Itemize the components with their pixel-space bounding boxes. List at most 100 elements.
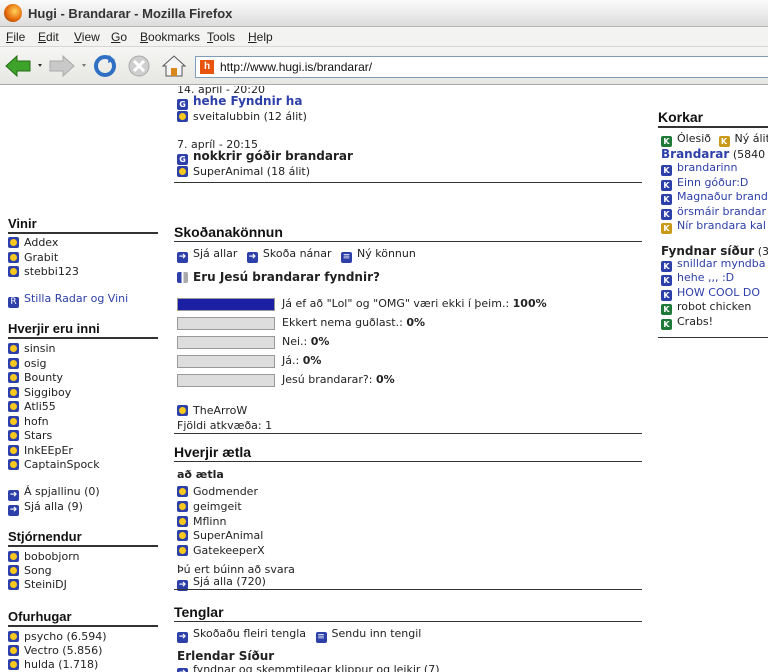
poll-option-label: Jesú brandarar?: 0% [282,373,395,386]
user-icon [8,387,19,398]
attending-user[interactable]: geimgeit [177,500,242,513]
links-heading: Tenglar [174,604,224,620]
new-poll-icon: ≡ [341,252,353,263]
online-user[interactable]: osig [8,357,47,370]
heroes-heading: Ofurhugar [8,609,72,624]
unread-icon: K [661,136,672,147]
window-titlebar: Hugi - Brandarar - Mozilla Firefox [0,0,768,27]
moderator-item[interactable]: Song [8,564,52,577]
new-poll-link[interactable]: ≡ Ný könnun [341,247,416,263]
thread-title[interactable]: Gnokkrir góðir brandarar [177,149,353,165]
divider [174,241,642,242]
poll-option-label: Ekkert nema guðlast.: 0% [282,316,425,329]
back-button[interactable] [4,54,46,78]
more-links-link[interactable]: ➜ Skoðaðu fleiri tengla [177,627,306,643]
stop-icon[interactable] [127,54,153,78]
friend-item[interactable]: stebbi123 [8,265,79,278]
forward-button[interactable] [48,54,90,78]
thread-title[interactable]: Ghehe Fyndnir ha [177,94,302,110]
online-user[interactable]: Bounty [8,371,63,384]
site-topic[interactable]: Krobot chicken [661,300,751,315]
poll-option-text: Já.: [282,354,300,367]
sites-title[interactable]: Fyndnar síður (3 [661,244,768,258]
online-user[interactable]: Stars [8,429,52,442]
poll-option-percent: 0% [406,316,426,329]
moderator-item[interactable]: bobobjorn [8,550,80,563]
user-icon [177,486,188,497]
menu-bookmarks[interactable]: Bookmarks [140,30,200,44]
hero-item[interactable]: Vectro (5.856) [8,644,102,657]
new-comments-icon: K [718,136,730,147]
thread-user[interactable]: SuperAnimal (18 álit) [177,165,310,178]
poll-chart-icon [177,272,188,283]
friend-item[interactable]: Grabit [8,251,58,264]
online-user[interactable]: sinsin [8,342,56,355]
poll-heading: Skoðanakönnun [174,224,283,240]
divider [174,182,642,183]
link-category[interactable]: ➜fyndnar og skemmtilegar klippur og leik… [177,663,439,672]
reload-icon[interactable] [93,54,119,78]
site-topic[interactable]: K Crabs! [661,315,713,330]
user-icon [8,416,19,427]
moderator-item[interactable]: SteiniDJ [8,578,67,591]
poll-option-percent: 0% [375,373,395,386]
online-heading: Hverjir eru inni [8,321,100,336]
menu-edit[interactable]: Edit [38,30,59,44]
site-topic[interactable]: K HOW COOL DO [661,286,760,301]
online-user[interactable]: Atli55 [8,400,56,413]
hero-item[interactable]: psycho (6.594) [8,630,107,643]
poll-option-percent: 0% [302,354,322,367]
forum-topic[interactable]: K Magnaður brand [661,190,768,205]
attending-user[interactable]: Mflinn [177,515,226,528]
menu-view[interactable]: View [74,30,100,44]
online-user[interactable]: hofn [8,415,49,428]
page-content: 14. apríl - 20:20 Ghehe Fyndnir ha sveit… [0,86,768,672]
arrow-right-icon: ➜ [177,668,188,672]
menu-file[interactable]: File [6,30,25,44]
chat-link[interactable]: ➜ Á spjallinu (0) [8,485,100,501]
divider [174,461,642,462]
submit-icon: ≡ [315,632,327,643]
user-icon [177,166,188,177]
user-icon [8,579,19,590]
poll-details-link[interactable]: ➜ Skoða nánar [246,247,332,263]
forum-topic[interactable]: Kbrandarinn [661,161,737,176]
submit-link-link[interactable]: ≡ Sendu inn tengil [315,627,421,643]
site-topic[interactable]: Khehe ,,, :D [661,271,734,286]
user-icon [177,111,188,122]
user-icon [8,358,19,369]
divider [658,126,768,128]
arrow-right-icon: ➜ [246,252,258,263]
user-icon [8,565,19,576]
forum-topic[interactable]: Körsmáir brandar [661,205,766,220]
poll-author[interactable]: TheArroW [177,404,247,417]
menu-go[interactable]: Go [111,30,127,44]
user-icon [8,401,19,412]
url-bar[interactable]: h http://www.hugi.is/brandarar/ [195,56,768,78]
forum-topic[interactable]: K Einn góður:D [661,176,748,191]
attending-user[interactable]: SuperAnimal [177,529,263,542]
site-topic[interactable]: Ksnilldar myndba [661,257,766,272]
poll-option-bar [177,336,275,349]
attending-heading: Hverjir ætla [174,444,252,460]
hero-item[interactable]: hulda (1.718) [8,658,98,671]
attending-user[interactable]: Godmender [177,485,258,498]
see-all-online-link[interactable]: ➜ Sjá alla (9) [8,500,83,516]
online-user[interactable]: InkEEpEr [8,444,73,457]
poll-question: Eru Jesú brandarar fyndnir? [177,270,380,284]
home-icon[interactable] [160,54,188,78]
menu-help[interactable]: Help [248,30,273,44]
poll-links: ➜ Sjá allar ➜ Skoða nánar ≡ Ný könnun [177,247,416,263]
friend-item[interactable]: Addex [8,236,58,249]
forum-topic[interactable]: K Nír brandara kal [661,219,766,234]
see-all-polls-link[interactable]: ➜ Sjá allar [177,247,237,263]
forum-title[interactable]: Brandarar (5840 [661,147,765,161]
poll-option-bar [177,298,275,311]
thread-user[interactable]: sveitalubbin (12 álit) [177,110,307,123]
online-user[interactable]: CaptainSpock [8,458,100,471]
online-user[interactable]: Siggiboy [8,386,71,399]
attending-user[interactable]: GatekeeperX [177,544,265,557]
foreign-sites-heading: Erlendar Síður [177,649,275,663]
radar-settings-link[interactable]: R Stilla Radar og Vini [8,292,128,308]
menu-tools[interactable]: Tools [207,30,235,44]
